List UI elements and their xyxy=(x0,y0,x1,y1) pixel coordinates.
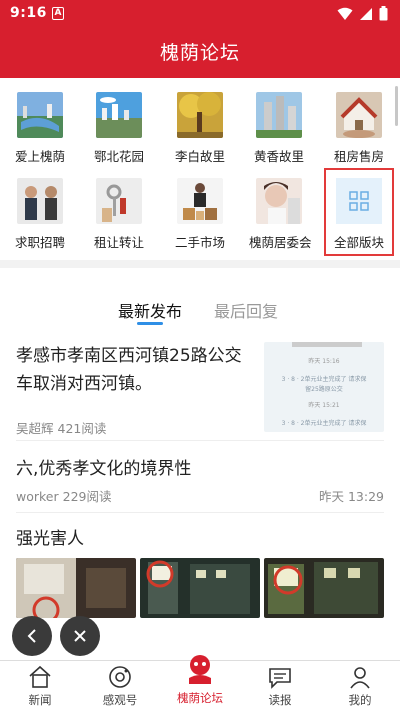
close-button[interactable] xyxy=(60,616,100,656)
grid-item-love-huaiyin[interactable]: 爱上槐荫 xyxy=(10,92,70,165)
market-photo-icon xyxy=(177,178,223,224)
grid-label: 全部版块 xyxy=(333,235,384,250)
post-reads: 229阅读 xyxy=(62,489,112,504)
tab-last-reply[interactable]: 最后回复 xyxy=(214,298,278,322)
city-photo-icon xyxy=(17,92,63,138)
city-photo-icon xyxy=(96,92,142,138)
wifi-icon xyxy=(337,7,353,20)
house-photo-icon xyxy=(336,92,382,138)
app-screen: 9:16 A 槐荫论坛 爱上槐荫 鄂北花园 李白故里 黄香故里 租房售房 求职招… xyxy=(0,0,400,710)
interview-photo-icon xyxy=(17,178,63,224)
nav-ganguan[interactable]: 感观号 xyxy=(90,663,150,708)
post-title[interactable]: 六,优秀孝文化的境界性 xyxy=(16,454,191,479)
grid-item-libai-hometown[interactable]: 李白故里 xyxy=(170,92,230,165)
scrollbar[interactable] xyxy=(395,86,398,126)
tree-photo-icon xyxy=(177,92,223,138)
bottom-nav: 新闻 感观号 槐荫论坛 读报 我的 xyxy=(0,655,400,710)
nav-news[interactable]: 新闻 xyxy=(10,663,70,708)
grid-icon xyxy=(336,178,382,224)
status-time: 9:16 xyxy=(10,5,47,21)
nav-label: 槐荫论坛 xyxy=(177,691,223,705)
grid-item-all-sections[interactable]: 全部版块 xyxy=(324,168,394,256)
page-title: 槐荫论坛 xyxy=(159,42,240,64)
chat-icon xyxy=(250,663,310,691)
grid-label: 李白故里 xyxy=(174,149,225,164)
grid-label: 租房售房 xyxy=(333,149,384,164)
feed-tabs: 最新发布 最后回复 xyxy=(0,298,400,328)
thumb-text: 留25路原公交 xyxy=(305,386,343,393)
post-time: 昨天 13:29 xyxy=(319,489,384,504)
post-thumbnail[interactable]: 昨天 15:16 3 · 8 · 2单元业主完成了 请求保 留25路原公交 昨天… xyxy=(264,342,384,432)
post-image[interactable] xyxy=(140,558,260,618)
post-meta: 吴超辉 421阅读 xyxy=(16,418,106,437)
post-meta: worker 229阅读 xyxy=(16,486,111,505)
battery-icon xyxy=(379,6,388,21)
grid-item-huangxiang-hometown[interactable]: 黄香故里 xyxy=(249,92,309,165)
thumb-text: 3 · 8 · 2单元业主完成了 请求保 xyxy=(281,376,367,383)
tab-latest[interactable]: 最新发布 xyxy=(118,298,182,322)
thumb-text: 昨天 15:21 xyxy=(308,402,340,409)
nav-read-paper[interactable]: 读报 xyxy=(250,663,310,708)
nav-label: 读报 xyxy=(268,693,292,707)
chevron-left-icon xyxy=(27,629,36,643)
post-feed: 最新发布 最后回复 孝感市孝南区西河镇25路公交车取消对西河镇。 吴超辉 421… xyxy=(0,268,400,660)
thumb-text: 3 · 8 · 2单元业主完成了 请求保 xyxy=(281,420,367,427)
divider xyxy=(16,512,384,513)
camera-icon xyxy=(90,663,150,691)
post-image[interactable] xyxy=(264,558,384,618)
nav-label: 感观号 xyxy=(102,693,138,707)
grid-label: 鄂北花园 xyxy=(93,149,144,164)
post-title[interactable]: 强光害人 xyxy=(16,524,84,549)
post-image-strip xyxy=(16,558,384,618)
post-reads: 421阅读 xyxy=(57,421,107,436)
forum-icon xyxy=(170,649,230,689)
nav-forum[interactable]: 槐荫论坛 xyxy=(170,649,230,706)
grid-item-lease-transfer[interactable]: 租让转让 xyxy=(89,178,149,251)
nav-label: 新闻 xyxy=(28,693,52,707)
grid-label: 求职招聘 xyxy=(14,235,65,250)
grid-label: 租让转让 xyxy=(93,235,144,250)
grid-item-neighborhood-committee[interactable]: 槐荫居委会 xyxy=(249,178,312,251)
divider xyxy=(16,440,384,441)
notification-icon: A xyxy=(52,7,64,20)
status-bar: 9:16 A xyxy=(0,0,400,28)
user-icon xyxy=(330,663,390,691)
close-icon xyxy=(74,630,86,642)
keys-photo-icon xyxy=(96,178,142,224)
top-bar: 9:16 A 槐荫论坛 xyxy=(0,0,400,78)
grid-label: 爱上槐荫 xyxy=(14,149,65,164)
nav-mine[interactable]: 我的 xyxy=(330,663,390,708)
tower-photo-icon xyxy=(256,92,302,138)
post-image[interactable] xyxy=(16,558,136,618)
signal-icon xyxy=(360,7,372,20)
grid-label: 黄香故里 xyxy=(253,149,304,164)
grid-label: 槐荫居委会 xyxy=(249,235,312,250)
house-icon xyxy=(10,663,70,691)
back-button[interactable] xyxy=(12,616,52,656)
grid-item-second-hand[interactable]: 二手市场 xyxy=(170,178,230,251)
nav-label: 我的 xyxy=(348,693,372,707)
grid-label: 二手市场 xyxy=(174,235,225,250)
post-author: 吴超辉 xyxy=(16,421,54,436)
person-photo-icon xyxy=(256,178,302,224)
active-tab-indicator xyxy=(137,322,163,325)
grid-item-job-recruit[interactable]: 求职招聘 xyxy=(10,178,70,251)
grid-item-rent-sell-house[interactable]: 租房售房 xyxy=(329,92,389,165)
thumb-text: 昨天 15:16 xyxy=(308,358,340,365)
grid-item-ebei-garden[interactable]: 鄂北花园 xyxy=(89,92,149,165)
post-title[interactable]: 孝感市孝南区西河镇25路公交车取消对西河镇。 xyxy=(16,342,250,398)
category-grid: 爱上槐荫 鄂北花园 李白故里 黄香故里 租房售房 求职招聘 租让转让 二手市场 … xyxy=(0,78,400,260)
post-author: worker xyxy=(16,489,59,504)
